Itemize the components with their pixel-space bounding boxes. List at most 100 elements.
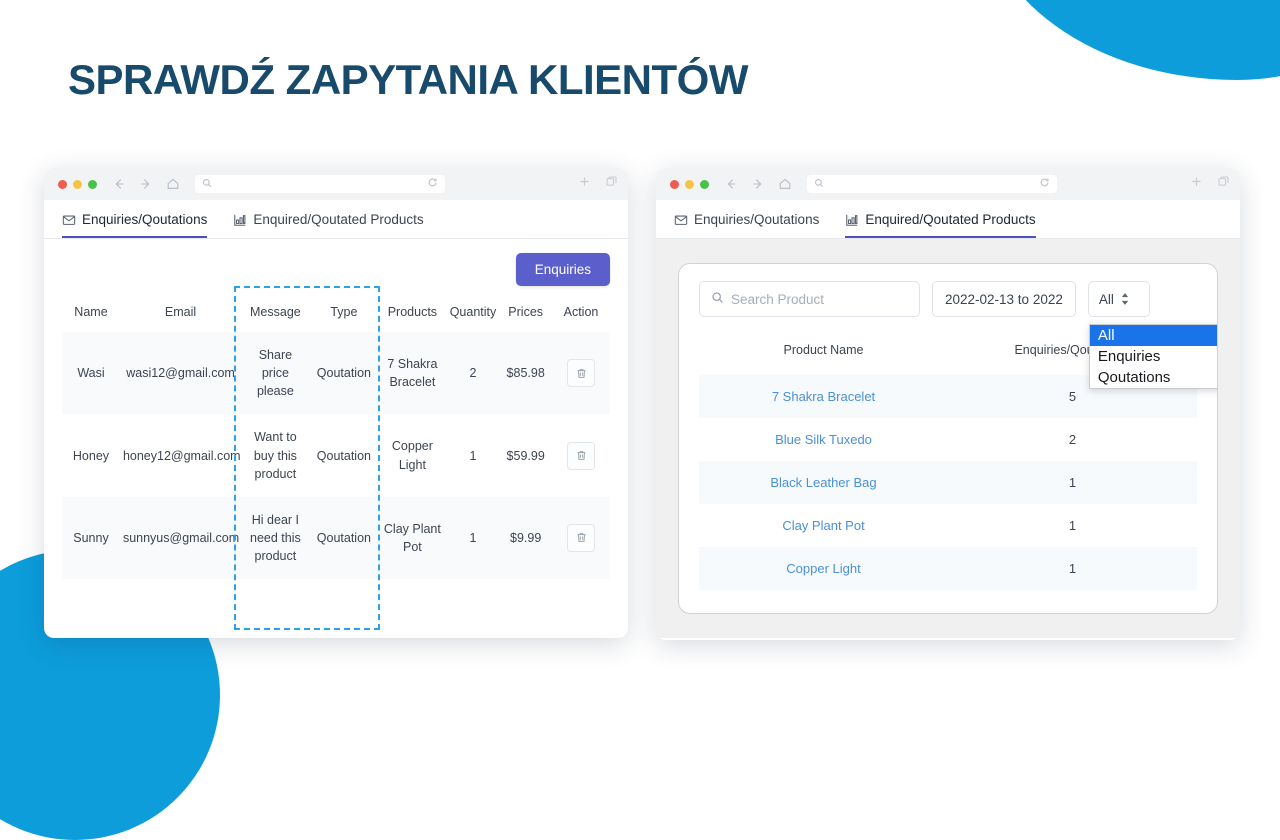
cell-action: [552, 496, 610, 580]
table-row: Black Leather Bag 1: [699, 461, 1197, 504]
back-arrow-icon[interactable]: [112, 177, 126, 191]
cell-name: Sunny: [62, 496, 120, 580]
reload-icon[interactable]: [427, 175, 438, 193]
back-arrow-icon[interactable]: [724, 177, 738, 191]
trash-icon[interactable]: [567, 441, 595, 470]
new-tab-icon[interactable]: [578, 175, 591, 193]
tab-label: Enquiries/Qoutations: [694, 212, 820, 227]
forward-arrow-icon[interactable]: [751, 177, 765, 191]
search-input[interactable]: [731, 291, 908, 307]
cell-email: sunnyus@gmail.com: [119, 496, 242, 580]
close-window-dot[interactable]: [58, 179, 67, 189]
enquiries-table: Name Email Message Type Products Quantit…: [62, 296, 610, 580]
envelope-icon: [674, 213, 688, 227]
cell-email: wasi12@gmail.com: [119, 332, 242, 415]
cell-message: Want to buy this product: [253, 430, 297, 481]
minimize-window-dot[interactable]: [73, 179, 82, 189]
tab-overview-icon[interactable]: [605, 175, 618, 193]
column-header-message: Message: [250, 305, 301, 319]
cell-product-name[interactable]: Blue Silk Tuxedo: [699, 418, 948, 461]
cell-quantity: 1: [469, 448, 477, 463]
cell-product-name[interactable]: Black Leather Bag: [699, 461, 948, 504]
address-bar[interactable]: [195, 175, 445, 193]
window-controls[interactable]: [58, 179, 97, 189]
search-product-field[interactable]: [699, 281, 920, 317]
right-window-content: 2022-02-13 to 2022 All All Enquiries Qou…: [656, 239, 1240, 638]
column-header-name: Name: [74, 305, 108, 319]
trash-icon[interactable]: [567, 359, 595, 388]
cell-product-name[interactable]: Copper Light: [699, 547, 948, 590]
enquiries-button[interactable]: Enquiries: [515, 253, 610, 286]
cell-quantity: 2: [446, 332, 500, 415]
table-row: Copper Light 1: [699, 547, 1197, 590]
tab-label: Enquired/Qoutated Products: [865, 212, 1036, 227]
browser-window-right: Enquiries/Qoutations Enquired/Qoutated P…: [656, 168, 1240, 640]
table-row: Clay Plant Pot 1: [699, 504, 1197, 547]
column-header-products: Products: [387, 305, 438, 319]
cell-message: Share price please: [241, 332, 310, 415]
envelope-icon: [62, 213, 76, 227]
reload-icon[interactable]: [1039, 175, 1050, 193]
cell-count: 1: [1068, 518, 1077, 533]
minimize-window-dot[interactable]: [685, 179, 694, 189]
address-bar[interactable]: [807, 175, 1057, 193]
cell-name: Honey: [72, 448, 110, 463]
tab-enquired-qoutated-products[interactable]: Enquired/Qoutated Products: [233, 212, 424, 238]
search-icon: [814, 175, 824, 193]
maximize-window-dot[interactable]: [88, 179, 97, 189]
cell-action: [552, 414, 610, 496]
tab-label: Enquiries/Qoutations: [82, 212, 208, 227]
cell-count: 1: [948, 547, 1197, 590]
tab-overview-icon[interactable]: [1217, 175, 1230, 193]
cell-price: $85.98: [499, 332, 553, 415]
cell-quantity: 1: [446, 496, 500, 580]
maximize-window-dot[interactable]: [700, 179, 709, 189]
cell-type: Qoutation: [309, 332, 379, 415]
page-title: SPRAWDŹ ZAPYTANIA KLIENTÓW: [68, 56, 748, 103]
cell-price: $9.99: [499, 496, 553, 580]
table-row: Sunny sunnyus@gmail.com Hi dear I need t…: [62, 496, 610, 580]
browser-chrome-right: [656, 168, 1240, 200]
column-header-product-name: Product Name: [783, 343, 864, 357]
close-window-dot[interactable]: [670, 179, 679, 189]
dropdown-option-all[interactable]: All: [1089, 325, 1217, 346]
new-tab-icon[interactable]: [1190, 175, 1203, 193]
tab-label: Enquired/Qoutated Products: [253, 212, 424, 227]
search-icon: [202, 175, 212, 193]
cell-name: Wasi: [62, 332, 120, 415]
browser-chrome-left: [44, 168, 628, 200]
decorative-shape-top-right: [980, 0, 1280, 80]
table-row: Blue Silk Tuxedo 2: [699, 418, 1197, 461]
cell-product[interactable]: Clay Plant Pot: [378, 496, 447, 580]
cell-price: $59.99: [506, 448, 545, 463]
cell-type: Qoutation: [309, 496, 379, 580]
column-header-email: Email: [164, 305, 197, 319]
home-icon[interactable]: [166, 177, 180, 191]
column-header-action: Action: [563, 305, 599, 319]
cell-product-name[interactable]: Clay Plant Pot: [699, 504, 948, 547]
home-icon[interactable]: [778, 177, 792, 191]
bar-chart-icon: [233, 213, 247, 227]
tab-enquired-qoutated-products[interactable]: Enquired/Qoutated Products: [845, 212, 1036, 238]
column-header-type: Type: [330, 305, 358, 319]
bar-chart-icon: [845, 213, 859, 227]
cell-product[interactable]: 7 Shakra Bracelet: [378, 332, 447, 415]
column-header-quantity: Quantity: [449, 305, 497, 319]
trash-icon[interactable]: [567, 523, 595, 552]
window-controls[interactable]: [670, 179, 709, 189]
cell-type: Qoutation: [316, 448, 371, 463]
table-header-row: Name Email Message Type Products Quantit…: [62, 296, 610, 332]
tab-enquiries-qoutations[interactable]: Enquiries/Qoutations: [62, 212, 208, 238]
type-select-dropdown[interactable]: All Enquiries Qoutations: [1088, 324, 1217, 389]
forward-arrow-icon[interactable]: [139, 177, 153, 191]
cell-product-name[interactable]: 7 Shakra Bracelet: [699, 375, 948, 418]
dropdown-option-enquiries[interactable]: Enquiries: [1090, 346, 1217, 367]
cell-product[interactable]: Copper Light: [378, 414, 447, 496]
dropdown-option-qoutations[interactable]: Qoutations: [1090, 367, 1217, 388]
date-range-field[interactable]: 2022-02-13 to 2022: [932, 281, 1076, 317]
cell-count: 1: [948, 461, 1197, 504]
type-select-value: All: [1098, 291, 1114, 307]
tab-enquiries-qoutations[interactable]: Enquiries/Qoutations: [674, 212, 819, 238]
search-icon: [711, 291, 724, 307]
type-select[interactable]: All All Enquiries Qoutations: [1087, 281, 1217, 389]
